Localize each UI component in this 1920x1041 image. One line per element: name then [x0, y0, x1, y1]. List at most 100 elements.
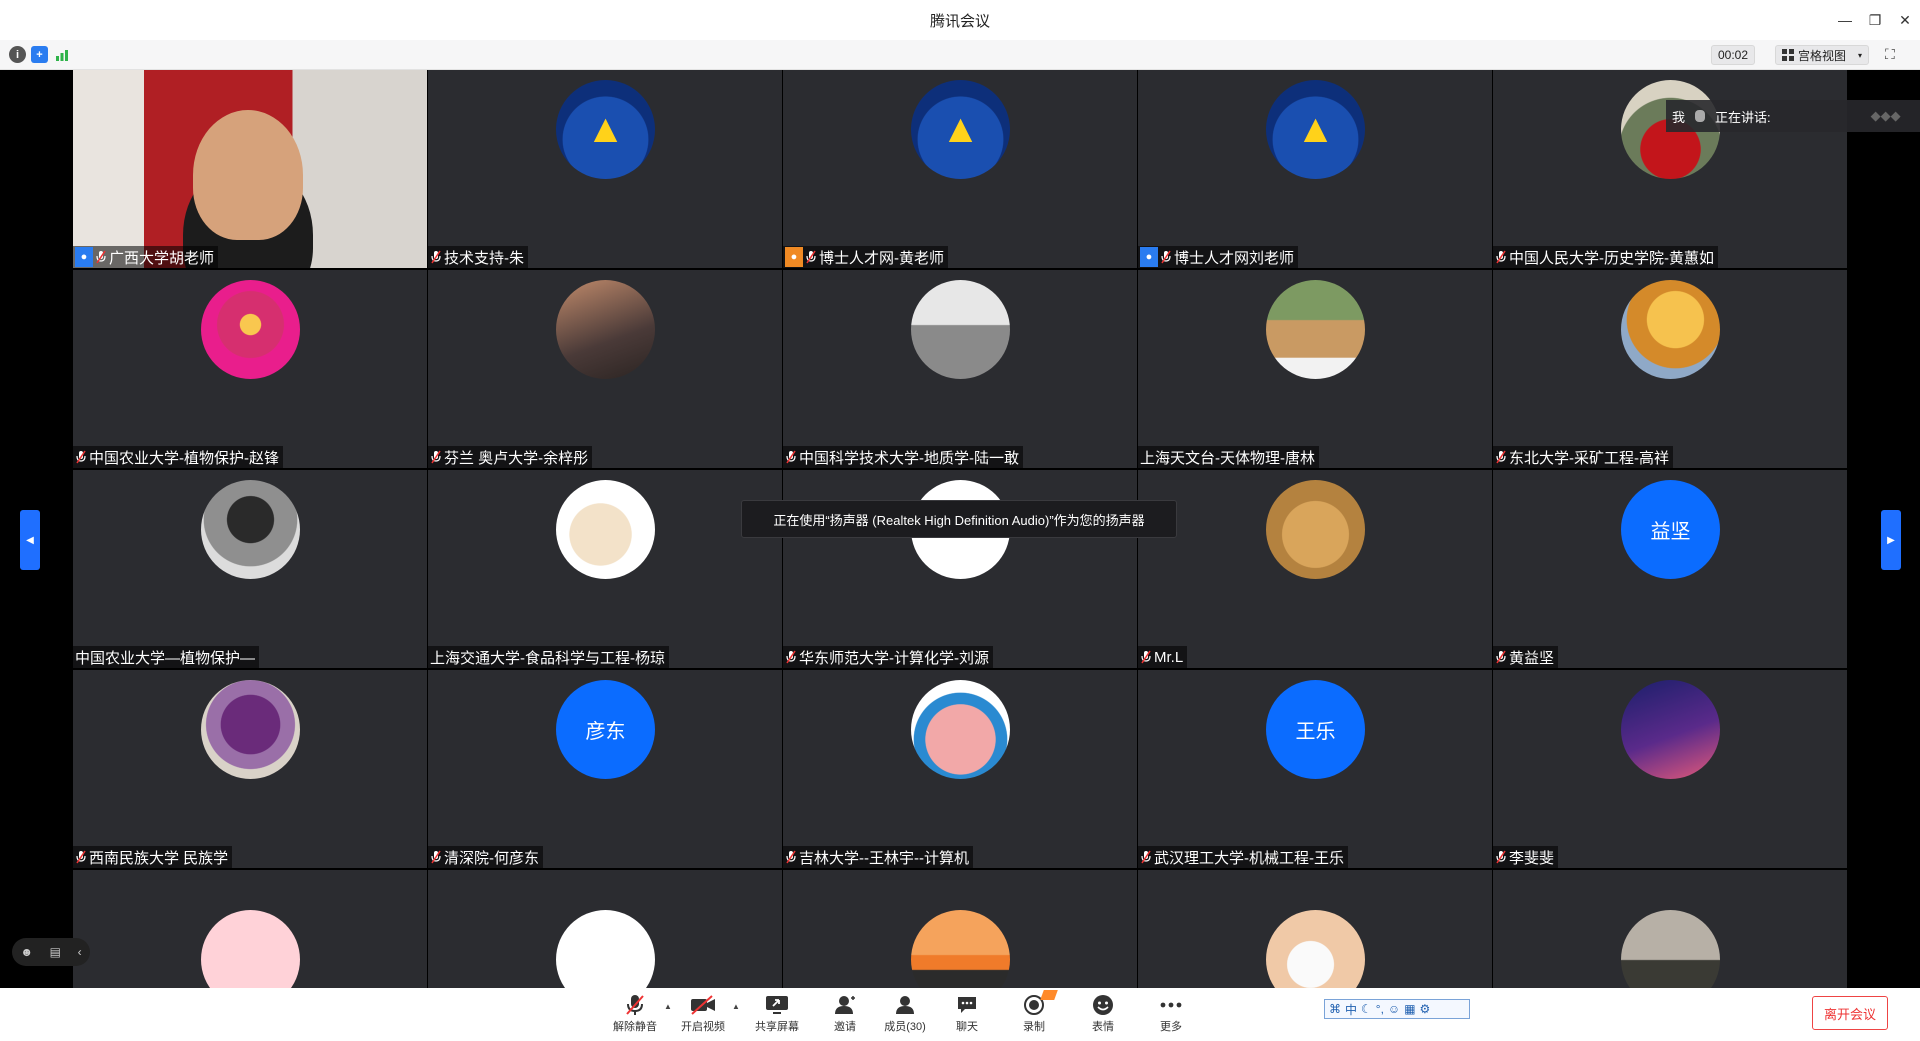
- window-titlebar: 腾讯会议 — ❐ ✕: [0, 0, 1920, 40]
- participant-tile[interactable]: 芬兰 奥卢大学-余梓彤: [428, 270, 782, 468]
- participant-avatar: [911, 280, 1010, 379]
- close-button[interactable]: ✕: [1890, 0, 1920, 40]
- collapse-chevron-icon[interactable]: ‹: [78, 945, 82, 959]
- invite-label: 邀请: [834, 1021, 856, 1033]
- security-shield-icon[interactable]: +: [31, 46, 48, 63]
- meeting-control-bar: 解除静音 ▲ 开启视频 ▲ 共享屏幕 邀请 成员(30) 聊天 录制 表情 更多…: [0, 988, 1920, 1041]
- participant-tile[interactable]: 东北大学-采矿工程-高祥: [1493, 270, 1847, 468]
- mic-muted-icon: [1495, 450, 1507, 465]
- participant-tile[interactable]: ▲ 技术支持-朱: [428, 70, 782, 268]
- participant-face: [193, 110, 303, 240]
- more-button[interactable]: 更多: [1146, 992, 1196, 1038]
- participant-tile[interactable]: [428, 870, 782, 988]
- mic-muted-icon: [1160, 250, 1172, 265]
- view-mode-label: 宫格视图: [1798, 48, 1847, 63]
- participant-name-bar: 芬兰 奥卢大学-余梓彤: [428, 446, 593, 468]
- participant-tile[interactable]: 西南民族大学 民族学: [73, 670, 427, 868]
- participant-name: 芬兰 奥卢大学-余梓彤: [444, 449, 589, 467]
- unmute-button[interactable]: 解除静音: [610, 992, 660, 1038]
- emoji-button[interactable]: 表情: [1078, 992, 1128, 1038]
- participant-name-bar: 吉林大学--王林宇--计算机: [783, 846, 973, 868]
- members-button[interactable]: 成员(30): [880, 992, 930, 1038]
- mic-muted-icon: [430, 850, 442, 865]
- participant-tile[interactable]: ● 广西大学胡老师: [73, 70, 427, 268]
- participant-name: 博士人才网-黄老师: [819, 249, 944, 267]
- participant-name: 东北大学-采矿工程-高祥: [1509, 449, 1669, 467]
- participant-name: 中国农业大学—植物保护—: [75, 649, 256, 667]
- mic-muted-icon: [1495, 650, 1507, 665]
- invite-user-icon: [831, 992, 859, 1018]
- participant-name-bar: ● 博士人才网-黄老师: [783, 246, 948, 268]
- mic-muted-icon: [1140, 850, 1152, 865]
- participant-name-bar: 上海交通大学-食品科学与工程-杨琼: [428, 646, 669, 668]
- participant-tile[interactable]: 中国农业大学—植物保护—: [73, 470, 427, 668]
- participant-tile[interactable]: 上海交通大学-食品科学与工程-杨琼: [428, 470, 782, 668]
- share-screen-button[interactable]: 共享屏幕: [752, 992, 802, 1038]
- participant-name-bar: 中国人民大学-历史学院-黄蕙如: [1493, 246, 1718, 268]
- participant-avatar: 彦东: [556, 680, 655, 779]
- participant-tile[interactable]: ▲ ● 博士人才网刘老师: [1138, 70, 1492, 268]
- emoji-icon[interactable]: ☻: [20, 945, 33, 959]
- participant-tile[interactable]: [1493, 870, 1847, 988]
- chat-label: 聊天: [956, 1021, 978, 1033]
- participant-name-bar: 中国农业大学—植物保护—: [73, 646, 260, 668]
- graduation-cap-icon: ▲: [585, 107, 626, 151]
- new-badge-icon: [1040, 990, 1058, 1000]
- participant-avatar: [911, 910, 1010, 988]
- view-mode-dropdown[interactable]: 宫格视图 ▾: [1775, 45, 1869, 65]
- participant-name: 上海交通大学-食品科学与工程-杨琼: [430, 649, 665, 667]
- participant-avatar: [1266, 480, 1365, 579]
- chat-bubble-icon[interactable]: ▤: [50, 945, 61, 959]
- prev-page-arrow[interactable]: ◀: [20, 510, 40, 570]
- video-options-caret[interactable]: ▲: [732, 1002, 740, 1011]
- members-label: 成员(30): [884, 1021, 926, 1033]
- speaking-wave-icon: ◆◆◆: [1870, 108, 1901, 123]
- participant-tile[interactable]: 王乐 武汉理工大学-机械工程-王乐: [1138, 670, 1492, 868]
- participant-tile[interactable]: [73, 870, 427, 988]
- audio-options-caret[interactable]: ▲: [664, 1002, 672, 1011]
- speaker-toast: 正在使用“扬声器 (Realtek High Definition Audio)…: [741, 500, 1177, 538]
- restore-button[interactable]: ❐: [1860, 0, 1890, 40]
- mic-muted-icon: [95, 250, 107, 265]
- leave-meeting-button[interactable]: 离开会议: [1812, 996, 1888, 1030]
- network-signal-icon[interactable]: [53, 46, 70, 63]
- participant-name-bar: 清深院-何彦东: [428, 846, 543, 868]
- participant-tile[interactable]: ▲ ● 博士人才网-黄老师: [783, 70, 1137, 268]
- window-controls: — ❐ ✕: [1830, 0, 1920, 40]
- invite-button[interactable]: 邀请: [820, 992, 870, 1038]
- mic-muted-icon: [430, 450, 442, 465]
- mic-muted-icon: [75, 450, 87, 465]
- mic-muted-icon: [1495, 850, 1507, 865]
- participant-avatar: [201, 280, 300, 379]
- participant-name: 广西大学胡老师: [109, 249, 215, 267]
- record-icon: [1020, 990, 1058, 1018]
- participant-tile[interactable]: 中国科学技术大学-地质学-陆一敢: [783, 270, 1137, 468]
- participant-tile[interactable]: [1138, 870, 1492, 988]
- participant-avatar: [1266, 280, 1365, 379]
- mic-muted-icon: [430, 250, 442, 265]
- participant-tile[interactable]: [783, 870, 1137, 988]
- chevron-down-icon: ▾: [1857, 50, 1862, 60]
- participant-tile[interactable]: 吉林大学--王林宇--计算机: [783, 670, 1137, 868]
- ime-status-bar[interactable]: ⌘ 中 ☾ °, ☺ ▦ ⚙: [1324, 999, 1470, 1019]
- participant-avatar: [556, 280, 655, 379]
- participant-name: 吉林大学--王林宇--计算机: [799, 849, 969, 867]
- info-icon[interactable]: i: [9, 46, 26, 63]
- next-page-arrow[interactable]: ▶: [1881, 510, 1901, 570]
- participant-tile[interactable]: 上海天文台-天体物理-唐林: [1138, 270, 1492, 468]
- fullscreen-icon[interactable]: ⛶: [1885, 46, 1903, 64]
- participant-name-bar: ● 广西大学胡老师: [73, 246, 219, 268]
- minimize-button[interactable]: —: [1830, 0, 1860, 40]
- participant-name: 西南民族大学 民族学: [89, 849, 229, 867]
- start-video-button[interactable]: 开启视频: [678, 992, 728, 1038]
- chat-icon: [953, 992, 981, 1018]
- chat-button[interactable]: 聊天: [942, 992, 992, 1038]
- participant-name-bar: ● 博士人才网刘老师: [1138, 246, 1299, 268]
- participant-tile[interactable]: 中国农业大学-植物保护-赵锋: [73, 270, 427, 468]
- participant-tile[interactable]: 李斐斐: [1493, 670, 1847, 868]
- participant-name-bar: 西南民族大学 民族学: [73, 846, 233, 868]
- record-button[interactable]: 录制: [1009, 990, 1059, 1038]
- participant-tile[interactable]: 益坚 黄益坚: [1493, 470, 1847, 668]
- participant-tile[interactable]: Mr.L: [1138, 470, 1492, 668]
- participant-tile[interactable]: 彦东清深院-何彦东: [428, 670, 782, 868]
